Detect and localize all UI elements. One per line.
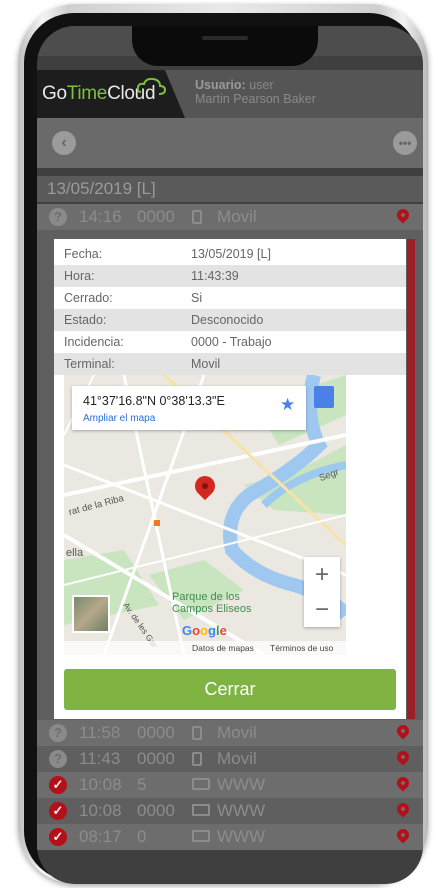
more-dots-icon[interactable]: ••• <box>393 131 417 155</box>
location-pin-icon[interactable] <box>394 748 412 766</box>
check-icon: ✓ <box>49 802 67 820</box>
enlarge-map-link[interactable]: Ampliar el mapa <box>83 413 155 424</box>
close-button[interactable]: Cerrar <box>64 669 396 710</box>
person-icon[interactable] <box>314 386 334 408</box>
chevron-left-icon[interactable]: ‹ <box>52 131 76 155</box>
question-icon: ? <box>49 208 67 226</box>
toolbar: ‹ ••• <box>37 118 423 168</box>
satellite-toggle[interactable] <box>72 595 110 633</box>
detail-row-hora: Hora: 11:43:39 <box>54 265 406 287</box>
table-row[interactable]: ✓ 08:17 0 WWW <box>37 824 423 850</box>
check-icon: ✓ <box>49 828 67 846</box>
cloud-logo-icon <box>137 77 167 95</box>
terms-link[interactable]: Términos de uso <box>270 641 333 655</box>
question-icon: ? <box>49 750 67 768</box>
map-view[interactable]: rat de la Riba ella Segr Av. de les Gar … <box>64 375 346 655</box>
location-pin-icon[interactable] <box>394 826 412 844</box>
alert-strip <box>407 239 415 719</box>
table-row[interactable]: ? 11:58 0000 Movil <box>37 720 423 746</box>
map-info-card: 41°37'16.8"N 0°38'13.3"E Ampliar el mapa… <box>72 386 306 430</box>
map-data-label: Datos de mapas <box>192 643 254 653</box>
detail-row-fecha: Fecha: 13/05/2019 [L] <box>64 247 271 261</box>
user-info: Usuario: user Martin Pearson Baker <box>195 78 316 106</box>
table-row[interactable]: ✓ 10:08 0000 WWW <box>37 798 423 824</box>
check-icon: ✓ <box>49 776 67 794</box>
mobile-phone-icon <box>192 210 202 224</box>
app-screen: GoTimeCloud Usuario: user Martin Pearson… <box>37 26 423 884</box>
day-header: 13/05/2019 [L] <box>37 176 423 202</box>
google-logo: Google <box>182 623 227 638</box>
location-pin-icon[interactable] <box>394 206 412 224</box>
detail-row-cerrado: Cerrado: Si <box>64 291 203 305</box>
table-row[interactable]: ✓ 10:08 5 WWW <box>37 772 423 798</box>
monitor-icon <box>192 804 210 816</box>
mobile-phone-icon <box>192 726 202 740</box>
zoom-control: + − <box>304 557 340 627</box>
detail-row-incidencia: Incidencia: 0000 - Trabajo <box>64 335 272 349</box>
app-header: GoTimeCloud Usuario: user Martin Pearson… <box>37 70 423 118</box>
location-pin-icon[interactable] <box>394 722 412 740</box>
monitor-icon <box>192 830 210 842</box>
map-footer: Datos de mapas Términos de uso <box>64 641 346 655</box>
location-pin-icon[interactable] <box>394 774 412 792</box>
phone-notch <box>132 26 318 66</box>
mobile-phone-icon <box>192 752 202 766</box>
table-row[interactable]: ? 14:16 0000 Movil <box>37 204 423 230</box>
zoom-out-button[interactable]: − <box>304 592 340 627</box>
speaker-grille <box>202 36 248 40</box>
table-row[interactable]: ? 11:43 0000 Movil <box>37 746 423 772</box>
question-icon: ? <box>49 724 67 742</box>
monitor-icon <box>192 778 210 790</box>
park-label: Parque de los Campos Eliseos <box>172 591 252 615</box>
zoom-in-button[interactable]: + <box>304 557 340 592</box>
location-pin-icon[interactable] <box>394 800 412 818</box>
detail-row-terminal: Terminal: Movil <box>54 353 406 375</box>
detail-row-estado: Estado: Desconocido <box>54 309 406 331</box>
detail-dialog: Fecha: 13/05/2019 [L] Hora: 11:43:39 Cerra… <box>54 239 406 719</box>
star-icon[interactable]: ★ <box>280 395 295 415</box>
